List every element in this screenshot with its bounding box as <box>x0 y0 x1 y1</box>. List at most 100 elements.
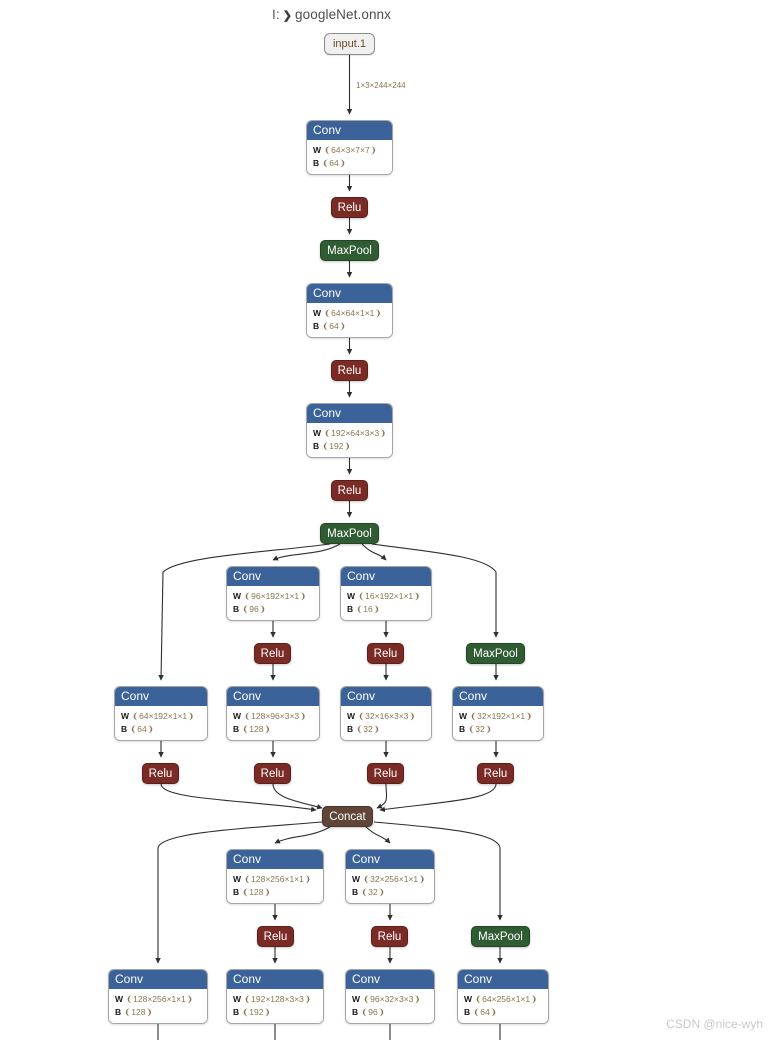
node-attribute-row: B ❨16❩ <box>347 603 425 616</box>
attribute-value: ❨64❩ <box>322 321 346 331</box>
graph-node-maxpool[interactable]: MaxPool <box>320 523 379 544</box>
attribute-key: B <box>233 887 240 897</box>
graph-node-conv[interactable]: Conv W ❨192×64×3×3❩ B ❨192❩ <box>306 403 393 458</box>
graph-node-conv[interactable]: Conv W ❨32×256×1×1❩ B ❨32❩ <box>345 849 435 904</box>
node-label: Relu <box>483 767 508 780</box>
graph-node-relu[interactable]: Relu <box>254 643 291 664</box>
node-attributes: W ❨96×32×3×3❩ B ❨96❩ <box>346 989 434 1023</box>
graph-node-conv[interactable]: Conv W ❨128×256×1×1❩ B ❨128❩ <box>108 969 208 1024</box>
attribute-value: ❨96❩ <box>242 604 266 614</box>
node-title: Conv <box>109 970 207 989</box>
attribute-key: W <box>233 994 242 1004</box>
attribute-value: ❨192❩ <box>322 441 351 451</box>
graph-node-conv[interactable]: Conv W ❨64×256×1×1❩ B ❨64❩ <box>457 969 549 1024</box>
attribute-key: B <box>313 158 320 168</box>
node-attribute-row: W ❨128×96×3×3❩ <box>233 710 313 723</box>
node-title: Conv <box>346 850 434 869</box>
graph-node-relu[interactable]: Relu <box>331 360 368 381</box>
graph-node-conv[interactable]: Conv W ❨96×32×3×3❩ B ❨96❩ <box>345 969 435 1024</box>
node-attribute-row: W ❨64×64×1×1❩ <box>313 307 386 320</box>
graph-node-conv[interactable]: Conv W ❨192×128×3×3❩ B ❨192❩ <box>226 969 324 1024</box>
attribute-key: W <box>121 711 130 721</box>
attribute-key: W <box>115 994 124 1004</box>
graph-node-relu[interactable]: Relu <box>477 763 514 784</box>
graph-node-conv[interactable]: Conv W ❨128×96×3×3❩ B ❨128❩ <box>226 686 320 741</box>
attribute-value: ❨64❩ <box>130 724 154 734</box>
graph-node-relu[interactable]: Relu <box>142 763 179 784</box>
graph-node-relu[interactable]: Relu <box>257 926 294 947</box>
graph-node-conv[interactable]: Conv W ❨32×192×1×1❩ B ❨32❩ <box>452 686 544 741</box>
graph-node-maxpool[interactable]: MaxPool <box>320 240 379 261</box>
attribute-value: ❨32❩ <box>468 724 492 734</box>
graph-node-conv[interactable]: Conv W ❨16×192×1×1❩ B ❨16❩ <box>340 566 432 621</box>
graph-node-relu[interactable]: Relu <box>331 480 368 501</box>
attribute-value: ❨192×128×3×3❩ <box>244 994 311 1004</box>
node-attribute-row: B ❨192❩ <box>313 440 386 453</box>
graph-node-maxpool[interactable]: MaxPool <box>466 643 525 664</box>
node-label: Relu <box>337 364 362 377</box>
graph-node-concat[interactable]: Concat <box>322 806 373 827</box>
node-attributes: W ❨32×16×3×3❩ B ❨32❩ <box>341 706 431 740</box>
node-title: Conv <box>458 970 548 989</box>
node-attributes: W ❨64×192×1×1❩ B ❨64❩ <box>115 706 207 740</box>
attribute-value: ❨32×192×1×1❩ <box>470 711 533 721</box>
node-label: Concat <box>329 810 366 823</box>
node-title: Conv <box>227 850 323 869</box>
node-label: Relu <box>337 484 362 497</box>
node-attributes: W ❨192×64×3×3❩ B ❨192❩ <box>307 423 392 457</box>
node-attribute-row: B ❨64❩ <box>313 157 386 170</box>
graph-node-conv[interactable]: Conv W ❨128×256×1×1❩ B ❨128❩ <box>226 849 324 904</box>
graph-node-maxpool[interactable]: MaxPool <box>471 926 530 947</box>
graph-node-relu[interactable]: Relu <box>367 643 404 664</box>
attribute-key: B <box>347 724 354 734</box>
graph-node-conv[interactable]: Conv W ❨64×3×7×7❩ B ❨64❩ <box>306 120 393 175</box>
attribute-key: W <box>233 874 242 884</box>
attribute-key: B <box>233 724 240 734</box>
node-label: MaxPool <box>327 527 372 540</box>
node-attributes: W ❨64×256×1×1❩ B ❨64❩ <box>458 989 548 1023</box>
attribute-key: B <box>459 724 466 734</box>
node-attributes: W ❨64×3×7×7❩ B ❨64❩ <box>307 140 392 174</box>
node-attribute-row: W ❨192×128×3×3❩ <box>233 993 317 1006</box>
watermark: CSDN @nice-wyh <box>666 1017 763 1031</box>
graph-node-relu[interactable]: Relu <box>254 763 291 784</box>
graph-node-relu[interactable]: Relu <box>331 197 368 218</box>
attribute-value: ❨192❩ <box>242 1007 271 1017</box>
node-layer: input.1 Conv W ❨64×3×7×7❩ B ❨64❩ Relu MaxPool Co… <box>0 0 775 1040</box>
attribute-value: ❨128❩ <box>124 1007 153 1017</box>
graph-canvas[interactable]: I: ❯ googleNet.onnx input.1 Conv W ❨64×3×7×7❩… <box>0 0 775 1040</box>
node-attribute-row: B ❨96❩ <box>233 603 313 616</box>
graph-node-relu[interactable]: Relu <box>367 763 404 784</box>
node-title: Conv <box>341 687 431 706</box>
node-attributes: W ❨128×96×3×3❩ B ❨128❩ <box>227 706 319 740</box>
attribute-value: ❨128❩ <box>242 724 271 734</box>
node-attributes: W ❨16×192×1×1❩ B ❨16❩ <box>341 586 431 620</box>
node-attribute-row: B ❨32❩ <box>347 723 425 736</box>
graph-node-conv[interactable]: Conv W ❨32×16×3×3❩ B ❨32❩ <box>340 686 432 741</box>
graph-node-conv[interactable]: Conv W ❨64×64×1×1❩ B ❨64❩ <box>306 283 393 338</box>
attribute-value: ❨128❩ <box>242 887 271 897</box>
attribute-key: B <box>233 604 240 614</box>
attribute-value: ❨192×64×3×3❩ <box>324 428 387 438</box>
node-attribute-row: W ❨96×192×1×1❩ <box>233 590 313 603</box>
attribute-value: ❨64×64×1×1❩ <box>324 308 382 318</box>
node-attribute-row: W ❨64×3×7×7❩ <box>313 144 386 157</box>
node-title: Conv <box>115 687 207 706</box>
attribute-key: B <box>347 604 354 614</box>
graph-node-input[interactable]: input.1 <box>324 33 375 55</box>
node-attribute-row: B ❨32❩ <box>459 723 537 736</box>
node-title: Conv <box>227 687 319 706</box>
graph-node-conv[interactable]: Conv W ❨96×192×1×1❩ B ❨96❩ <box>226 566 320 621</box>
graph-node-relu[interactable]: Relu <box>371 926 408 947</box>
attribute-key: W <box>459 711 468 721</box>
attribute-value: ❨32×256×1×1❩ <box>363 874 426 884</box>
node-label: Relu <box>377 930 402 943</box>
node-label: Relu <box>373 647 398 660</box>
node-attribute-row: W ❨32×192×1×1❩ <box>459 710 537 723</box>
node-attribute-row: B ❨64❩ <box>121 723 201 736</box>
graph-node-conv[interactable]: Conv W ❨64×192×1×1❩ B ❨64❩ <box>114 686 208 741</box>
attribute-key: W <box>347 591 356 601</box>
attribute-value: ❨128×256×1×1❩ <box>244 874 311 884</box>
attribute-value: ❨16❩ <box>356 604 380 614</box>
attribute-value: ❨128×256×1×1❩ <box>126 994 193 1004</box>
